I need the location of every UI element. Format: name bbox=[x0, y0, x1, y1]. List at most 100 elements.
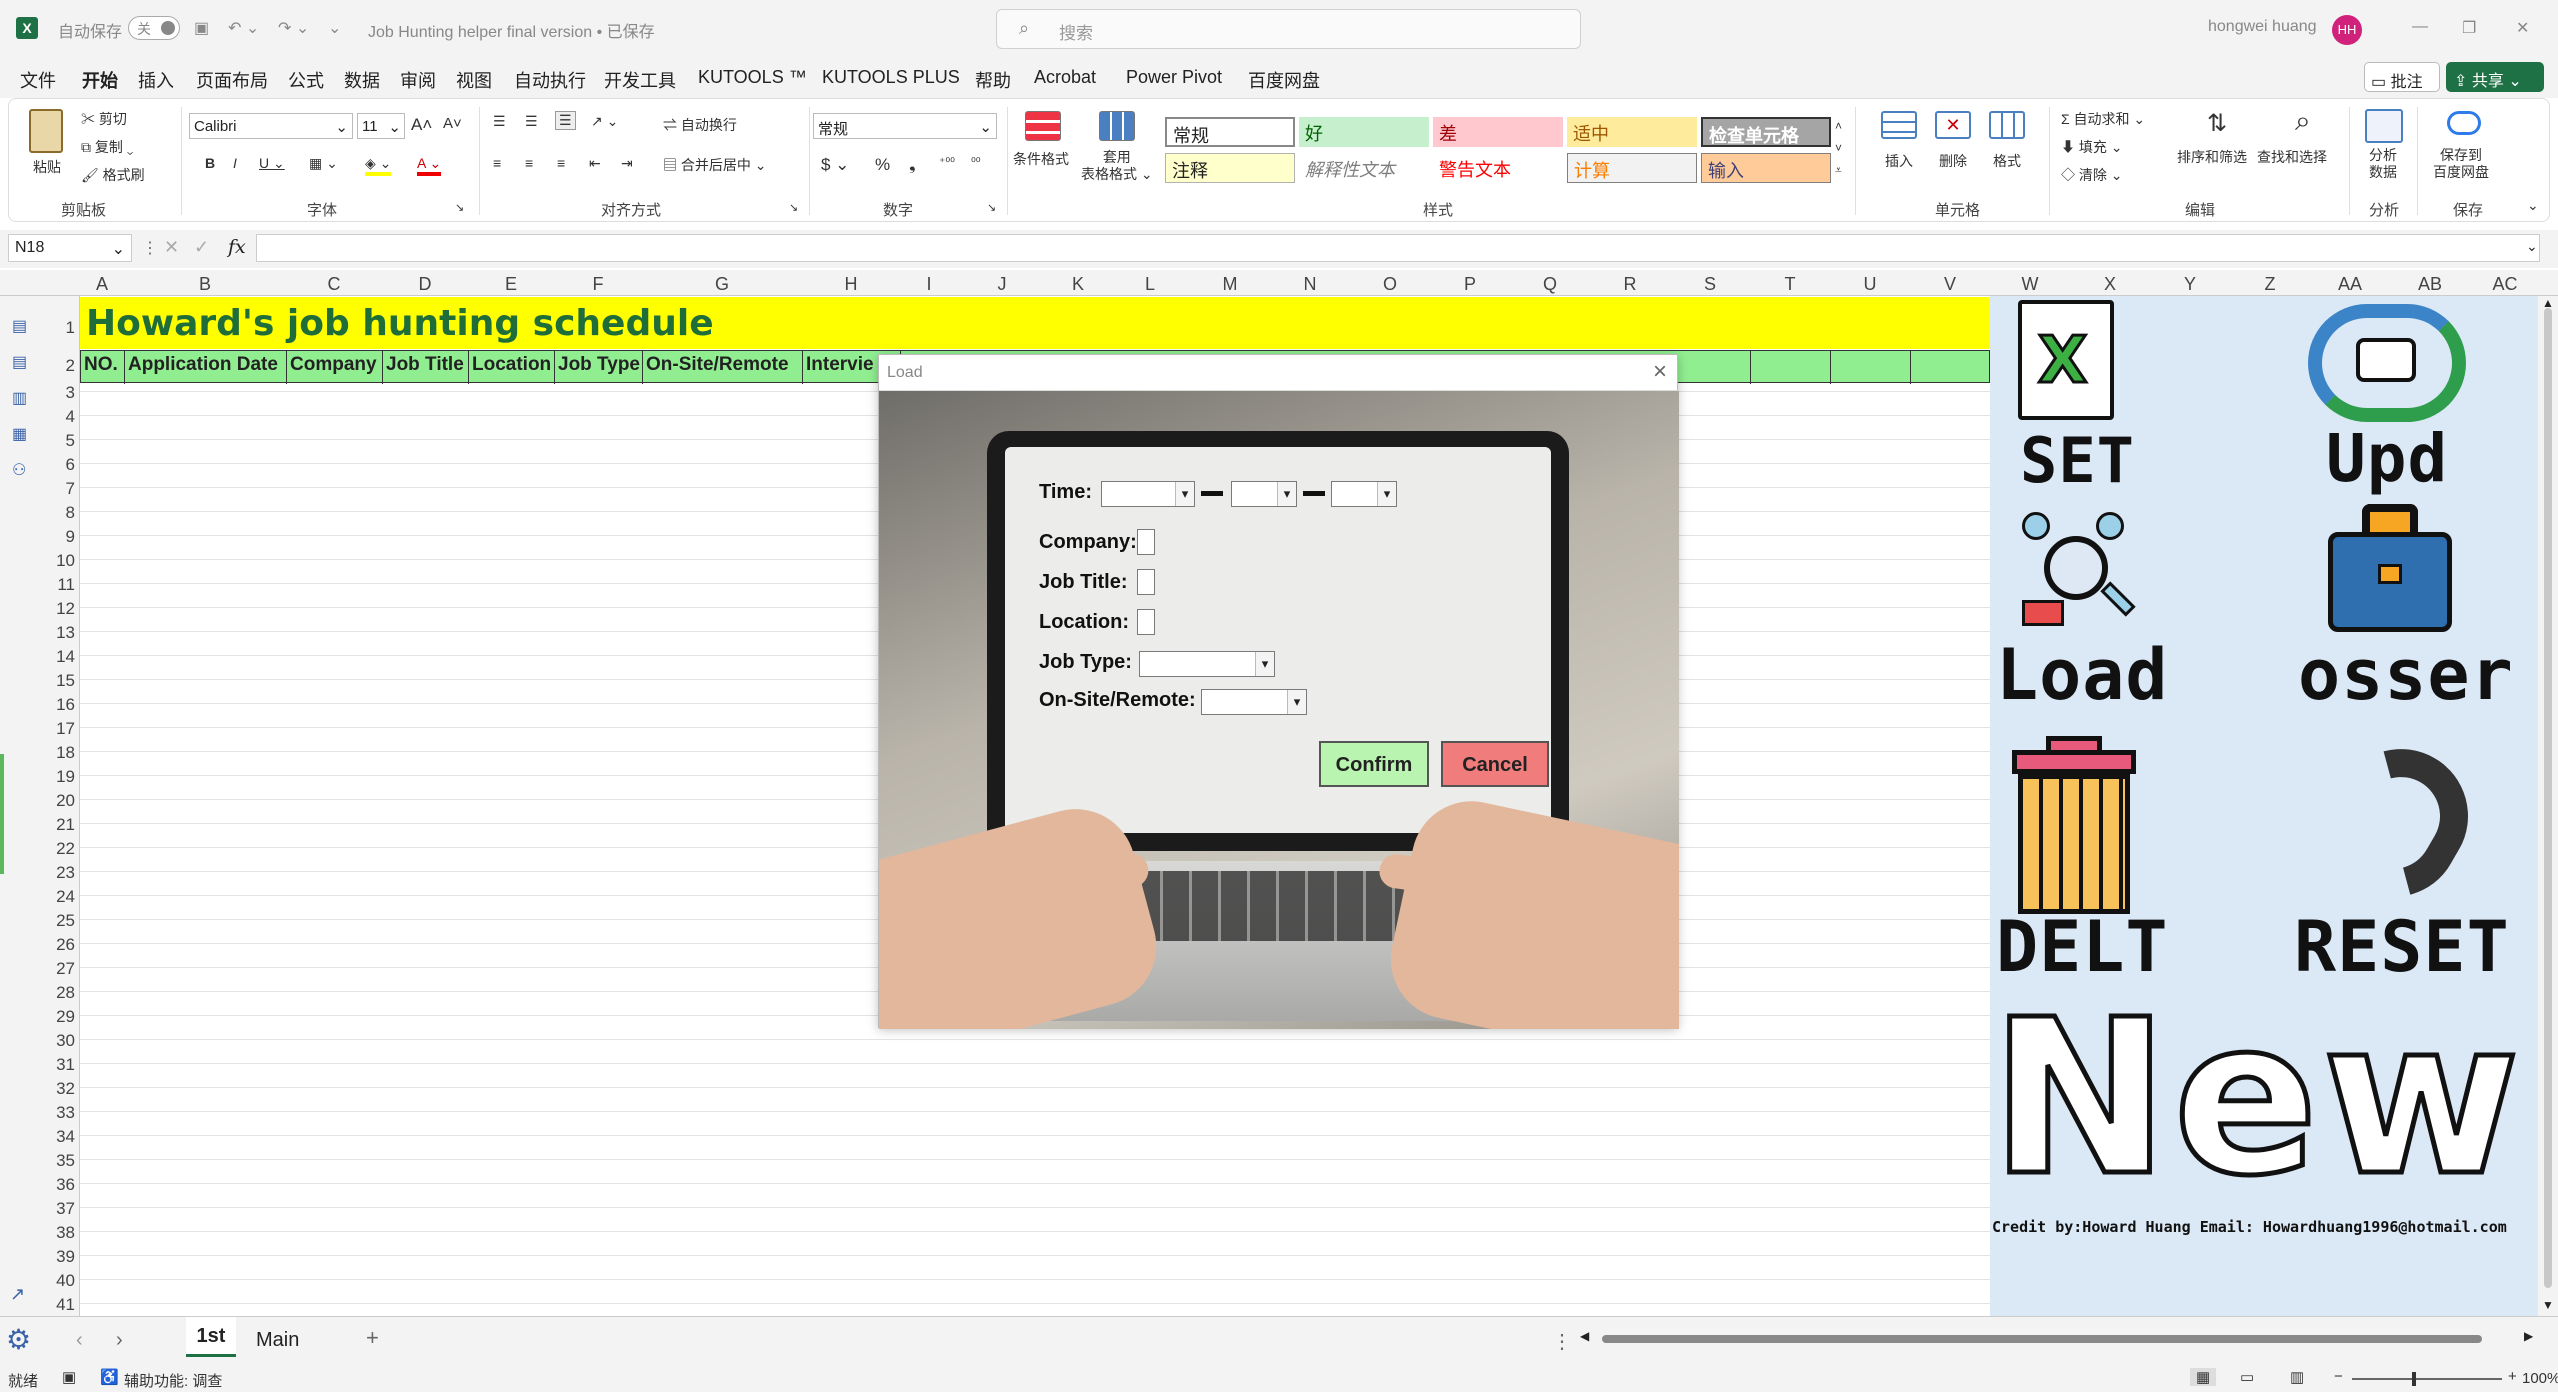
col-header-d[interactable]: D bbox=[382, 274, 468, 295]
menu-insert[interactable]: 插入 bbox=[138, 67, 174, 93]
row-header[interactable]: 13 bbox=[56, 623, 75, 643]
zoom-level[interactable]: 100% bbox=[2522, 1370, 2558, 1387]
menu-acrobat[interactable]: Acrobat bbox=[1034, 67, 1096, 88]
style-check-cell[interactable]: 检查单元格 bbox=[1701, 117, 1831, 147]
header-cell-no[interactable]: NO. bbox=[81, 351, 125, 384]
row-header[interactable]: 28 bbox=[56, 983, 75, 1003]
side-tool-icon-3[interactable]: ▥ bbox=[12, 388, 27, 408]
add-sheet-icon[interactable]: + bbox=[366, 1325, 379, 1351]
col-header-u[interactable]: U bbox=[1830, 274, 1910, 295]
align-right-icon[interactable]: ≡ bbox=[557, 155, 565, 171]
col-header-l[interactable]: L bbox=[1110, 274, 1190, 295]
col-header-c[interactable]: C bbox=[286, 274, 382, 295]
comment-button[interactable]: ▭ 批注 bbox=[2364, 62, 2440, 92]
row-header[interactable]: 36 bbox=[56, 1175, 75, 1195]
header-cell-location[interactable]: Location bbox=[469, 351, 555, 384]
hscroll-left-icon[interactable]: ◀ bbox=[1580, 1329, 1589, 1343]
side-tool-icon-4[interactable]: ▦ bbox=[12, 424, 27, 444]
cut-button[interactable]: ✂ 剪切 bbox=[81, 109, 127, 129]
select-all-corner[interactable] bbox=[46, 270, 80, 296]
header-cell-empty[interactable] bbox=[1751, 351, 1831, 384]
undo-icon[interactable]: ↶ ⌄ bbox=[228, 18, 259, 38]
minimize-icon[interactable]: — bbox=[2412, 18, 2428, 36]
settings-gear-icon[interactable]: ⚙ bbox=[6, 1323, 31, 1356]
location-checkbox[interactable] bbox=[1137, 609, 1155, 635]
header-cell-application-date[interactable]: Application Date bbox=[125, 351, 287, 384]
col-header-m[interactable]: M bbox=[1190, 274, 1270, 295]
horizontal-scrollbar[interactable]: ◀ ▶ bbox=[1580, 1329, 2540, 1347]
table-format-icon[interactable] bbox=[1099, 111, 1135, 141]
increase-decimal-icon[interactable]: ⁺⁰⁰ bbox=[939, 155, 955, 169]
menu-review[interactable]: 审阅 bbox=[400, 67, 436, 93]
job-title-checkbox[interactable] bbox=[1137, 569, 1155, 595]
increase-indent-icon[interactable]: ⇥ bbox=[621, 155, 633, 172]
redo-icon[interactable]: ↷ ⌄ bbox=[278, 18, 309, 38]
row-header[interactable]: 37 bbox=[56, 1199, 75, 1219]
col-header-ab[interactable]: AB bbox=[2390, 274, 2470, 295]
font-size-select[interactable]: 11 ⌄ bbox=[357, 113, 405, 139]
menu-kutools-plus[interactable]: KUTOOLS PLUS bbox=[822, 67, 960, 88]
row-header[interactable]: 38 bbox=[56, 1223, 75, 1243]
row-header[interactable]: 30 bbox=[56, 1031, 75, 1051]
zoom-slider[interactable] bbox=[2352, 1372, 2502, 1386]
col-header-n[interactable]: N bbox=[1270, 274, 1350, 295]
paste-icon[interactable] bbox=[29, 109, 63, 153]
alignment-dialog-icon[interactable]: ↘ bbox=[789, 201, 798, 214]
search-box[interactable]: ⌕ 搜索 bbox=[996, 9, 1581, 49]
sort-filter-label[interactable]: 排序和筛选 bbox=[2177, 147, 2247, 167]
style-calculation[interactable]: 计算 bbox=[1567, 153, 1697, 183]
comma-icon[interactable]: ❟ bbox=[909, 155, 916, 175]
accessibility-status[interactable]: 辅助功能: 调查 bbox=[124, 1370, 222, 1391]
row-header[interactable]: 34 bbox=[56, 1127, 75, 1147]
fill-button[interactable]: ⬇ 填充 ⌄ bbox=[2061, 137, 2123, 157]
col-header-o[interactable]: O bbox=[1350, 274, 1430, 295]
row-header[interactable]: 27 bbox=[56, 959, 75, 979]
side-tool-icon-1[interactable]: ▤ bbox=[12, 316, 27, 336]
row-header[interactable]: 29 bbox=[56, 1007, 75, 1027]
confirm-entry-icon[interactable]: ✓ bbox=[194, 237, 209, 258]
row-header[interactable]: 16 bbox=[56, 695, 75, 715]
row-header[interactable]: 9 bbox=[66, 527, 75, 547]
find-select-icon[interactable]: ⌕ bbox=[2295, 105, 2311, 138]
row-header[interactable]: 33 bbox=[56, 1103, 75, 1123]
insert-cells-icon[interactable] bbox=[1881, 111, 1917, 139]
trash-can-icon[interactable] bbox=[2012, 736, 2136, 916]
document-title[interactable]: Job Hunting helper final version • 已保存 bbox=[368, 18, 655, 42]
shrink-font-icon[interactable]: A˅ bbox=[443, 115, 462, 132]
row-header[interactable]: 22 bbox=[56, 839, 75, 859]
col-header-t[interactable]: T bbox=[1750, 274, 1830, 295]
page-break-view-icon[interactable]: ▥ bbox=[2290, 1368, 2304, 1386]
row-header[interactable]: 19 bbox=[56, 767, 75, 787]
row-header[interactable]: 8 bbox=[66, 503, 75, 523]
menu-power-pivot[interactable]: Power Pivot bbox=[1126, 67, 1222, 88]
col-header-q[interactable]: Q bbox=[1510, 274, 1590, 295]
col-header-f[interactable]: F bbox=[554, 274, 642, 295]
tab-more-icon[interactable]: ⋮ bbox=[1552, 1329, 1572, 1354]
avatar[interactable]: HH bbox=[2332, 15, 2362, 45]
menu-automate[interactable]: 自动执行 bbox=[514, 67, 586, 93]
row-header[interactable]: 12 bbox=[56, 599, 75, 619]
font-color-icon[interactable]: A ⌄ bbox=[417, 155, 442, 176]
load-button-label[interactable]: Load bbox=[1996, 634, 2169, 716]
align-center-icon[interactable]: ≡ bbox=[525, 155, 533, 171]
header-cell-empty[interactable] bbox=[1911, 351, 1991, 384]
style-good[interactable]: 好 bbox=[1299, 117, 1429, 147]
row-header[interactable]: 35 bbox=[56, 1151, 75, 1171]
header-cell-onsite-remote[interactable]: On-Site/Remote bbox=[643, 351, 803, 384]
briefcase-icon[interactable] bbox=[2328, 504, 2452, 634]
autosum-button[interactable]: Σ 自动求和 ⌄ bbox=[2061, 109, 2145, 129]
menu-developer[interactable]: 开发工具 bbox=[604, 67, 676, 93]
paste-label[interactable]: 粘贴 bbox=[33, 157, 61, 177]
row-header[interactable]: 1 bbox=[66, 318, 75, 338]
row-header[interactable]: 31 bbox=[56, 1055, 75, 1075]
col-header-j[interactable]: J bbox=[958, 274, 1046, 295]
bold-icon[interactable]: B bbox=[205, 155, 215, 171]
job-type-select[interactable] bbox=[1139, 651, 1275, 677]
ribbon-collapse-icon[interactable]: ⌄ bbox=[2527, 197, 2539, 214]
company-checkbox[interactable] bbox=[1137, 529, 1155, 555]
menu-home[interactable]: 开始 bbox=[82, 67, 118, 102]
orientation-icon[interactable]: ↗ ⌄ bbox=[591, 113, 618, 130]
currency-icon[interactable]: $ ⌄ bbox=[821, 155, 849, 175]
align-left-icon[interactable]: ≡ bbox=[493, 155, 501, 171]
table-format-label[interactable]: 套用 表格格式 ⌄ bbox=[1081, 149, 1153, 183]
